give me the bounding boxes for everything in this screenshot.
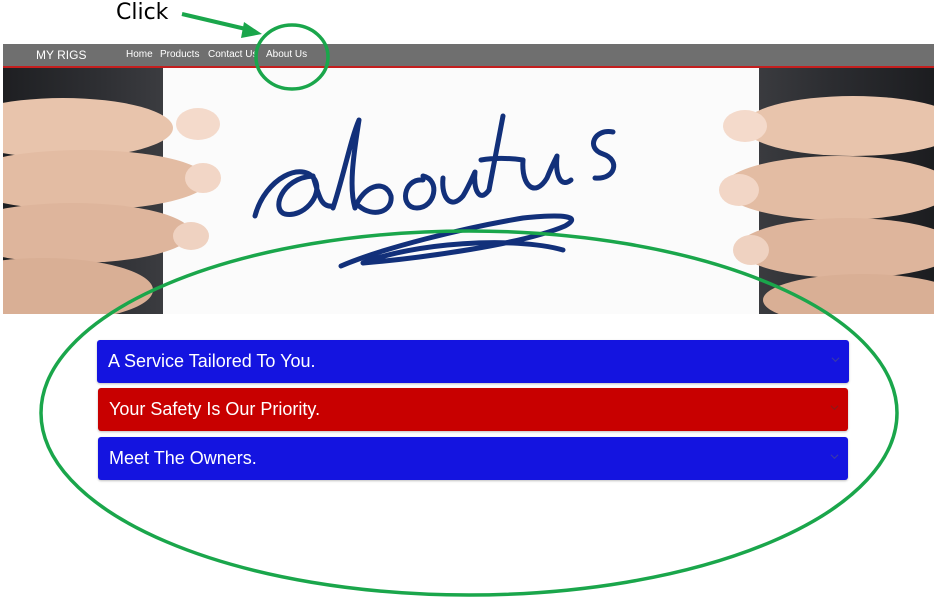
nav-link-about-us[interactable]: About Us [266,49,307,60]
nav-link-contact-us[interactable]: Contact Us [208,49,260,60]
accordion-item-owners[interactable]: Meet The Owners. [98,437,848,480]
left-hand-icon [3,98,221,314]
top-navbar: MY RIGS Home Products Contact Us About U… [3,44,934,68]
brand-logo[interactable]: MY RIGS [36,48,86,62]
hero-banner [3,68,934,314]
nav-link-home[interactable]: Home [126,49,153,60]
right-hand-icon [719,96,934,314]
accordion-item-safety[interactable]: Your Safety Is Our Priority. [98,388,848,431]
chevron-down-icon [831,357,840,363]
nav-link-products[interactable]: Products [160,49,199,60]
screenshot-stage: Click MY RIGS Home Products Contact Us A… [0,0,934,610]
accordion-item-label: Your Safety Is Our Priority. [109,399,321,419]
accordion-item-label: Meet The Owners. [109,448,257,468]
accordion-item-service[interactable]: A Service Tailored To You. [97,340,849,383]
chevron-down-icon [830,454,839,460]
about-us-hero-image [3,96,934,314]
chevron-down-icon [830,405,839,411]
click-arrow-icon [181,12,262,38]
handwritten-about-us-icon [252,113,617,269]
accordion-item-label: A Service Tailored To You. [108,351,316,371]
click-annotation-label: Click [116,0,169,25]
